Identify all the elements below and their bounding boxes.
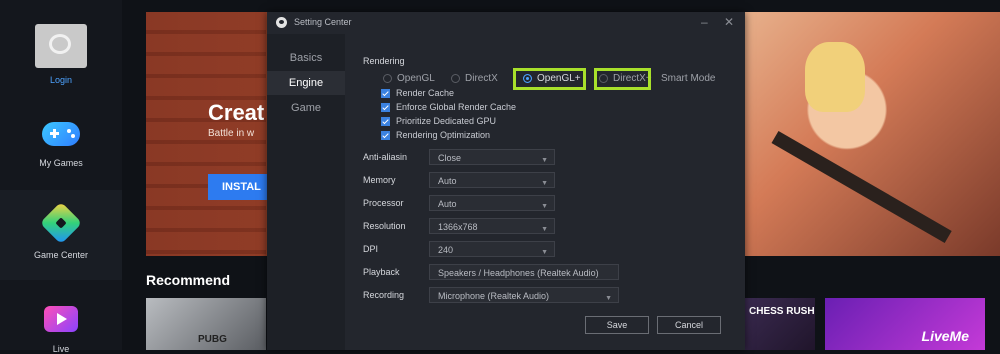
avatar-icon[interactable] <box>35 24 87 68</box>
chevron-down-icon: ▼ <box>541 226 548 233</box>
thumbnail-label: CHESS RUSH <box>749 306 815 317</box>
processor-label: Processor <box>363 198 404 208</box>
checkbox-checked-icon <box>381 117 390 127</box>
highlight-box-opengl-plus <box>513 68 586 90</box>
checkbox-checked-icon <box>381 103 390 113</box>
memory-select[interactable]: Auto ▼ <box>429 172 555 188</box>
sidebar-item-my-games[interactable]: My Games <box>0 116 122 168</box>
radio-smart-mode[interactable]: Smart Mode <box>661 72 715 86</box>
anti-aliasing-label: Anti-aliasin <box>363 152 408 162</box>
game-thumbnail[interactable]: CHESS RUSH <box>745 298 815 350</box>
chevron-down-icon: ▼ <box>541 180 548 187</box>
chevron-down-icon: ▼ <box>541 249 548 256</box>
thumbnail-label: PUBG <box>198 334 227 345</box>
chevron-down-icon: ▼ <box>541 157 548 164</box>
sidebar-item-live[interactable]: Live <box>0 302 122 354</box>
close-button[interactable]: ✕ <box>724 15 734 29</box>
radio-dot-icon <box>451 73 460 83</box>
recommend-heading: Recommend <box>146 272 231 288</box>
nav-basics[interactable]: Basics <box>267 46 345 70</box>
playback-select[interactable]: Speakers / Headphones (Realtek Audio) <box>429 264 619 280</box>
dpi-label: DPI <box>363 244 379 254</box>
checkbox-enforce-global-render-cache[interactable]: Enforce Global Render Cache <box>381 101 516 114</box>
thumbnail-label: LiveMe <box>921 328 969 344</box>
hero-character-artwork <box>745 12 1000 256</box>
radio-directx[interactable]: DirectX <box>451 72 498 86</box>
live-icon <box>39 302 83 338</box>
radio-opengl[interactable]: OpenGL <box>383 72 435 86</box>
gamepad-icon <box>39 116 83 152</box>
nav-engine[interactable]: Engine <box>267 71 345 95</box>
sidebar-item-label: My Games <box>39 158 83 168</box>
checkbox-checked-icon <box>381 89 390 99</box>
chevron-down-icon: ▼ <box>605 295 612 302</box>
dialog-titlebar[interactable]: Setting Center – ✕ <box>267 12 745 34</box>
checkbox-render-cache[interactable]: Render Cache <box>381 87 454 100</box>
chevron-down-icon: ▼ <box>541 203 548 210</box>
radio-dot-icon <box>383 73 392 83</box>
dialog-title: Setting Center <box>294 17 352 27</box>
sidebar-item-login[interactable]: Login <box>0 24 122 85</box>
recording-select[interactable]: Microphone (Realtek Audio) ▼ <box>429 287 619 303</box>
processor-select[interactable]: Auto ▼ <box>429 195 555 211</box>
sidebar-item-label: Live <box>52 344 70 354</box>
banner-title: Creat <box>208 100 265 125</box>
minimize-button[interactable]: – <box>701 15 708 29</box>
checkbox-prioritize-dedicated-gpu[interactable]: Prioritize Dedicated GPU <box>381 115 496 128</box>
sidebar-item-label[interactable]: Login <box>0 75 122 85</box>
checkbox-rendering-optimization[interactable]: Rendering Optimization <box>381 129 490 142</box>
rendering-section-title: Rendering <box>363 56 405 66</box>
sidebar-item-game-center[interactable]: Game Center <box>0 201 122 260</box>
game-thumbnail[interactable]: LiveMe <box>825 298 985 350</box>
game-center-icon <box>39 201 83 245</box>
banner-subtitle: Battle in w <box>208 128 255 139</box>
resolution-label: Resolution <box>363 221 406 231</box>
save-button[interactable]: Save <box>585 316 649 334</box>
nav-game[interactable]: Game <box>267 96 345 120</box>
recording-label: Recording <box>363 290 405 300</box>
setting-center-dialog: Setting Center – ✕ Basics Engine Game Re… <box>267 12 745 350</box>
cancel-button[interactable]: Cancel <box>657 316 721 334</box>
dpi-select[interactable]: 240 ▼ <box>429 241 555 257</box>
settings-nav: Basics Engine Game <box>267 34 345 350</box>
engine-settings-panel: Rendering OpenGL DirectX OpenGL+ DirectX… <box>345 34 745 350</box>
memory-label: Memory <box>363 175 396 185</box>
app-sidebar: Login My Games Game Center Live <box>0 0 122 354</box>
playback-label: Playback <box>363 267 400 277</box>
resolution-select[interactable]: 1366x768 ▼ <box>429 218 555 234</box>
checkbox-checked-icon <box>381 131 390 141</box>
sidebar-item-label: Game Center <box>33 250 89 260</box>
app-logo-icon <box>276 17 287 28</box>
game-thumbnail[interactable]: PUBG <box>146 298 266 350</box>
anti-aliasing-select[interactable]: Close ▼ <box>429 149 555 165</box>
highlight-box-directx-plus <box>594 68 651 90</box>
